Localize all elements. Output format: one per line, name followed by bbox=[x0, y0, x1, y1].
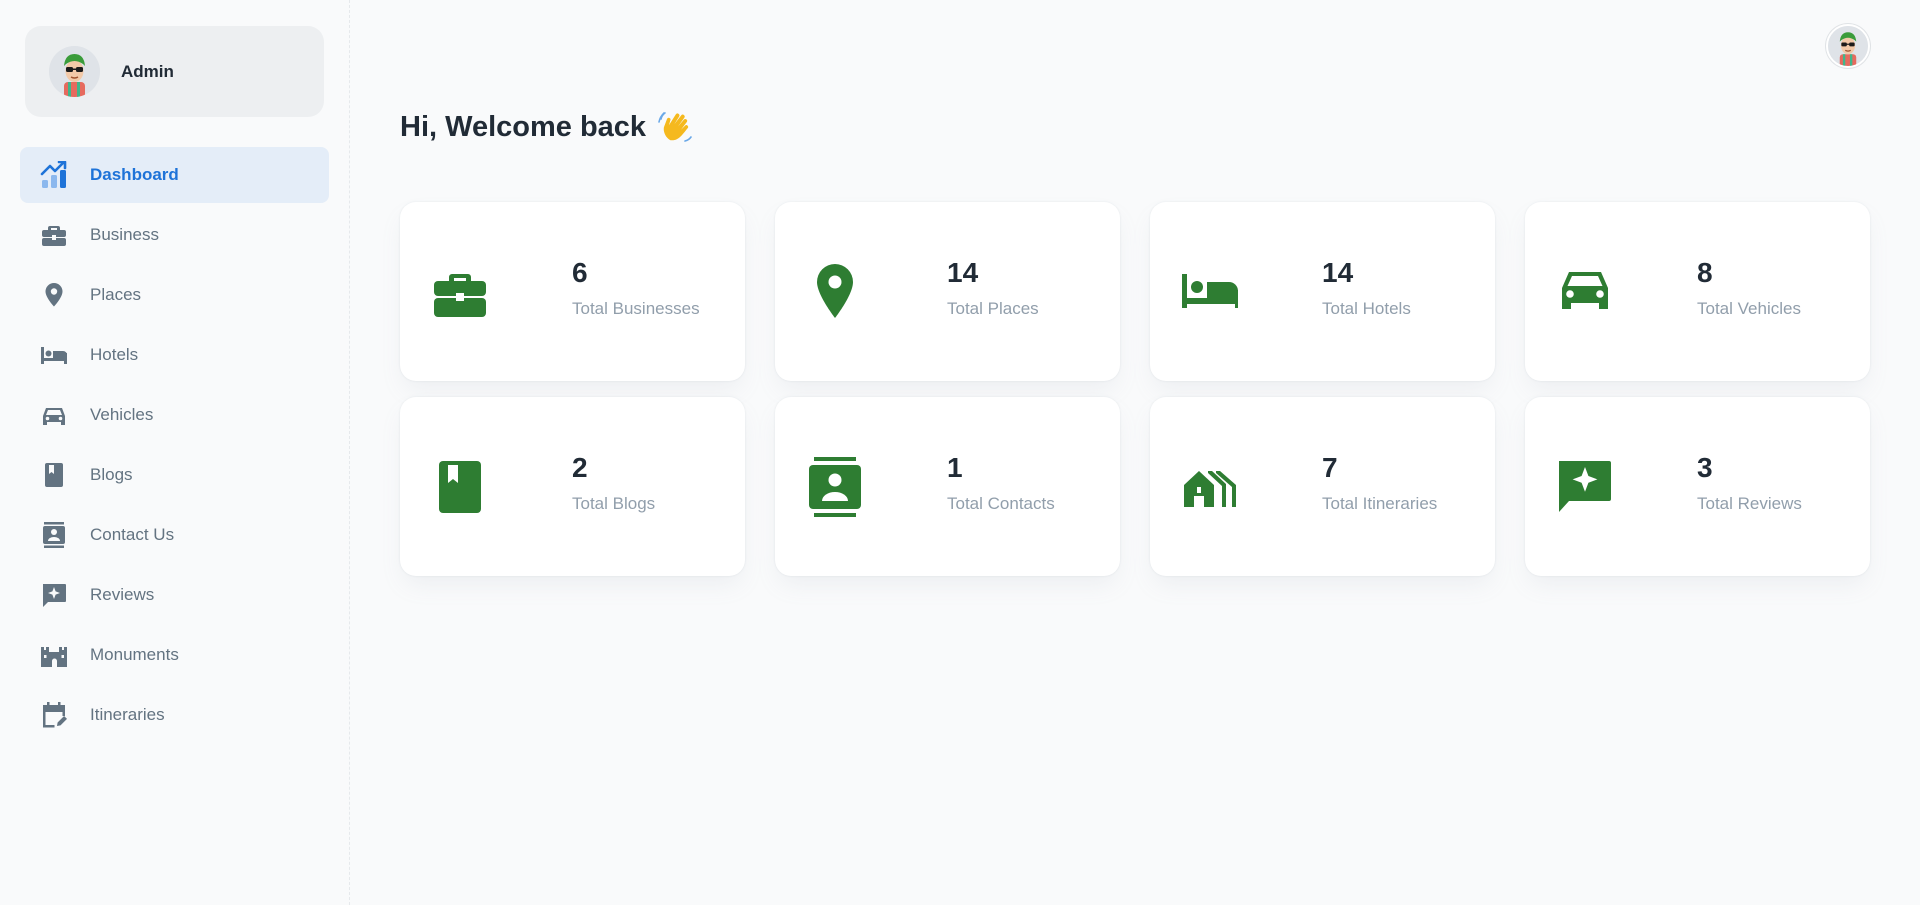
stat-body: 7 Total Itineraries bbox=[1322, 451, 1437, 515]
stat-card-businesses: 6 Total Businesses bbox=[400, 202, 745, 381]
stat-value: 6 bbox=[572, 256, 588, 288]
account-name: Admin bbox=[121, 61, 174, 81]
stat-card-itineraries: 7 Total Itineraries bbox=[1150, 397, 1495, 576]
stat-body: 14 Total Hotels bbox=[1322, 256, 1411, 320]
stat-label: Total Businesses bbox=[572, 299, 700, 319]
app-root: Admin Dashboard Business Places Hotels V… bbox=[0, 0, 1920, 905]
map-pin-icon bbox=[807, 260, 863, 324]
stat-body: 2 Total Blogs bbox=[572, 451, 655, 515]
sidebar-item-label: Itineraries bbox=[90, 705, 165, 724]
sidebar-item-itineraries[interactable]: Itineraries bbox=[20, 687, 329, 743]
stat-body: 1 Total Contacts bbox=[947, 451, 1055, 515]
stat-label: Total Itineraries bbox=[1322, 494, 1438, 514]
sidebar-item-label: Blogs bbox=[90, 465, 133, 484]
sidebar-item-monuments[interactable]: Monuments bbox=[20, 627, 329, 683]
stat-value: 14 bbox=[1322, 256, 1354, 288]
sidebar-item-label: Vehicles bbox=[90, 405, 154, 424]
stat-value: 7 bbox=[1322, 451, 1338, 483]
stat-label: Total Blogs bbox=[572, 494, 656, 514]
stat-label: Total Vehicles bbox=[1697, 299, 1801, 319]
bed-icon bbox=[40, 341, 68, 369]
sidebar-item-contact-us[interactable]: Contact Us bbox=[20, 507, 329, 563]
map-pin-icon bbox=[40, 281, 68, 309]
header-avatar-button[interactable] bbox=[1826, 24, 1870, 68]
sidebar-nav: Dashboard Business Places Hotels Vehicle… bbox=[20, 147, 329, 743]
stat-body: 6 Total Businesses bbox=[572, 256, 700, 320]
sidebar-item-business[interactable]: Business bbox=[20, 207, 329, 263]
stat-label: Total Hotels bbox=[1322, 299, 1411, 319]
sidebar-item-label: Dashboard bbox=[90, 165, 179, 184]
sidebar-item-reviews[interactable]: Reviews bbox=[20, 567, 329, 623]
houses-icon bbox=[1182, 455, 1238, 519]
review-chat-icon bbox=[40, 581, 68, 609]
stat-card-hotels: 14 Total Hotels bbox=[1150, 202, 1495, 381]
stat-value: 2 bbox=[572, 451, 588, 483]
stat-body: 14 Total Places bbox=[947, 256, 1039, 320]
book-icon bbox=[40, 461, 68, 489]
sidebar-item-vehicles[interactable]: Vehicles bbox=[20, 387, 329, 443]
sidebar-item-blogs[interactable]: Blogs bbox=[20, 447, 329, 503]
greeting-text: Hi, Welcome back bbox=[400, 110, 647, 143]
sidebar-item-dashboard[interactable]: Dashboard bbox=[20, 147, 329, 203]
sidebar: Admin Dashboard Business Places Hotels V… bbox=[0, 0, 350, 905]
sidebar-item-label: Hotels bbox=[90, 345, 139, 364]
stat-card-reviews: 3 Total Reviews bbox=[1525, 397, 1870, 576]
stat-label: Total Contacts bbox=[947, 494, 1055, 514]
stat-card-places: 14 Total Places bbox=[775, 202, 1120, 381]
calendar-edit-icon bbox=[40, 701, 68, 729]
sidebar-item-label: Places bbox=[90, 285, 142, 304]
avatar bbox=[49, 46, 100, 97]
stat-card-vehicles: 8 Total Vehicles bbox=[1525, 202, 1870, 381]
briefcase-icon bbox=[40, 221, 68, 249]
sidebar-item-label: Reviews bbox=[90, 585, 155, 604]
sidebar-item-label: Business bbox=[90, 225, 159, 244]
stat-card-contacts: 1 Total Contacts bbox=[775, 397, 1120, 576]
car-icon bbox=[1557, 260, 1613, 324]
stat-value: 3 bbox=[1697, 451, 1713, 483]
stat-value: 14 bbox=[947, 256, 979, 288]
sidebar-item-label: Monuments bbox=[90, 645, 179, 664]
castle-icon bbox=[40, 641, 68, 669]
review-chat-icon bbox=[1557, 455, 1613, 519]
page-title: Hi, Welcome back bbox=[400, 110, 692, 144]
contact-card-icon bbox=[807, 455, 863, 519]
car-icon bbox=[40, 401, 68, 429]
stats-grid: 6 Total Businesses 14 Total Places 14 To… bbox=[400, 202, 1870, 576]
stat-body: 8 Total Vehicles bbox=[1697, 256, 1801, 320]
contact-card-icon bbox=[40, 521, 68, 549]
briefcase-icon bbox=[432, 260, 488, 324]
book-icon bbox=[432, 455, 488, 519]
account-card[interactable]: Admin bbox=[25, 26, 324, 117]
sidebar-item-hotels[interactable]: Hotels bbox=[20, 327, 329, 383]
sidebar-item-places[interactable]: Places bbox=[20, 267, 329, 323]
waving-hand-icon bbox=[658, 110, 692, 144]
main-content: Hi, Welcome back 6 Total Businesses 14 T… bbox=[350, 0, 1920, 905]
bed-icon bbox=[1182, 260, 1238, 324]
stat-value: 1 bbox=[947, 451, 963, 483]
sidebar-item-label: Contact Us bbox=[90, 525, 175, 544]
stat-label: Total Places bbox=[947, 299, 1039, 319]
stat-label: Total Reviews bbox=[1697, 494, 1802, 514]
stat-card-blogs: 2 Total Blogs bbox=[400, 397, 745, 576]
stat-body: 3 Total Reviews bbox=[1697, 451, 1802, 515]
dashboard-chart-icon bbox=[40, 161, 68, 189]
stat-value: 8 bbox=[1697, 256, 1713, 288]
